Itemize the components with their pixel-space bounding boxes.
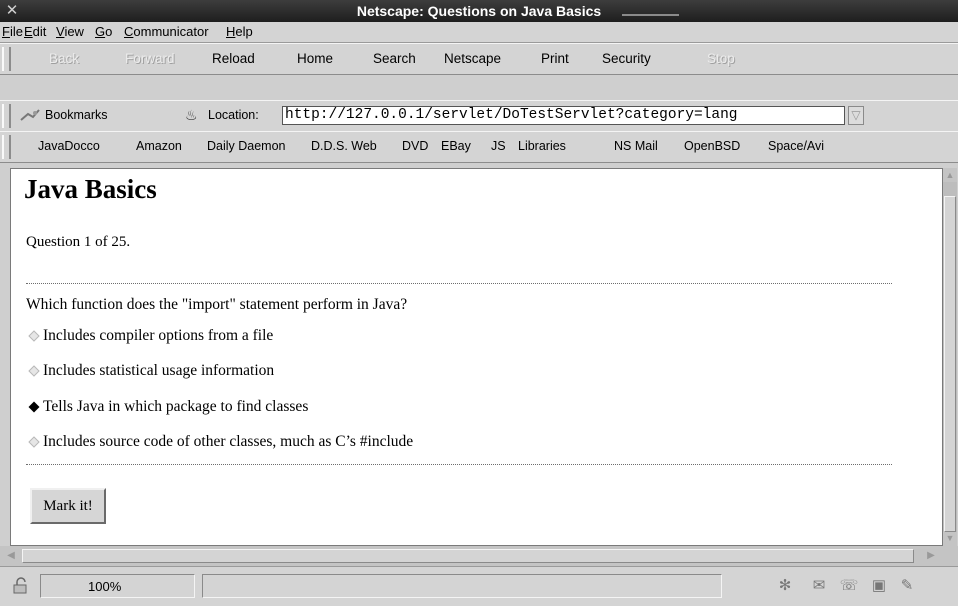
security-button[interactable]: Security — [602, 51, 651, 66]
mail-icon[interactable]: ✉ — [808, 576, 830, 596]
vertical-scrollbar[interactable]: ▲ ▼ — [943, 168, 957, 546]
home-button[interactable]: Home — [297, 51, 333, 66]
menu-edit-label: dit — [32, 24, 47, 39]
location-label: Location: — [208, 108, 259, 122]
link-dvd[interactable]: DVD — [402, 139, 428, 153]
mark-it-label: Mark it! — [43, 497, 93, 514]
title-bar: ✕ Netscape: Questions on Java Basics — [0, 0, 958, 22]
menu-bar: File Edit View Go Communicator Help — [0, 22, 958, 43]
reload-button[interactable]: Reload — [212, 51, 255, 66]
location-icon[interactable]: ♨ — [185, 107, 198, 124]
menu-help-mnemonic: H — [226, 24, 236, 39]
menu-view[interactable]: View — [56, 24, 84, 39]
netscape-button[interactable]: Netscape — [444, 51, 501, 66]
horizontal-scroll-thumb[interactable] — [22, 549, 914, 563]
menu-communicator-label: ommunicator — [133, 24, 209, 39]
question-counter: Question 1 of 25. — [26, 234, 131, 250]
lock-icon[interactable] — [12, 577, 30, 595]
bookmarks-button[interactable]: Bookmarks — [45, 108, 108, 122]
menu-view-label: iew — [64, 24, 84, 39]
browser-window: ✕ Netscape: Questions on Java Basics Fil… — [0, 0, 958, 606]
answer-option-label: Includes statistical usage information — [43, 362, 275, 379]
menu-file[interactable]: File — [2, 24, 23, 39]
scroll-left-icon[interactable]: ◀ — [4, 549, 18, 563]
radio-unselected-icon[interactable] — [28, 365, 40, 377]
personal-toolbar: JavaDocco Amazon Daily Daemon D.D.S. Web… — [0, 131, 958, 163]
newsgroups-icon[interactable]: ☏ — [838, 576, 860, 596]
link-daily-daemon[interactable]: Daily Daemon — [207, 139, 286, 153]
zoom-level: 100% — [88, 579, 122, 594]
scroll-down-icon[interactable]: ▼ — [944, 532, 956, 544]
menu-help[interactable]: Help — [226, 24, 253, 39]
radio-unselected-icon[interactable] — [28, 330, 40, 342]
bookmarks-icon[interactable] — [20, 108, 40, 122]
link-ebay[interactable]: EBay — [441, 139, 471, 153]
composer-icon[interactable]: ✎ — [896, 576, 918, 596]
location-input[interactable]: http://127.0.0.1/servlet/DoTestServlet?c… — [282, 106, 845, 125]
link-javadocco[interactable]: JavaDocco — [38, 139, 100, 153]
menu-communicator-mnemonic: C — [124, 24, 134, 39]
window-title: Netscape: Questions on Java Basics — [356, 3, 602, 19]
menu-go[interactable]: Go — [95, 24, 112, 39]
menu-communicator[interactable]: Communicator — [124, 24, 209, 39]
status-message — [202, 574, 722, 598]
menu-file-mnemonic: F — [2, 24, 10, 39]
divider-bottom — [26, 464, 892, 465]
navigation-toolbar: Back Forward Reload Home Search Netscape… — [0, 43, 958, 75]
title-bar-decoration — [622, 14, 679, 16]
link-ns-mail[interactable]: NS Mail — [614, 139, 658, 153]
forward-button[interactable]: Forward — [125, 51, 175, 66]
menu-file-label: ile — [9, 24, 23, 39]
radio-unselected-icon[interactable] — [28, 436, 40, 448]
search-button[interactable]: Search — [373, 51, 416, 66]
mark-it-button[interactable]: Mark it! — [30, 488, 106, 524]
scroll-right-icon[interactable]: ▶ — [924, 549, 938, 563]
menu-edit-mnemonic: E — [24, 24, 33, 39]
print-button[interactable]: Print — [541, 51, 569, 66]
answer-option-label: Tells Java in which package to find clas… — [43, 398, 309, 415]
location-toolbar: Bookmarks ♨ Location: http://127.0.0.1/s… — [0, 100, 958, 132]
page-content: Java Basics Question 1 of 25. Which func… — [10, 168, 943, 546]
chevron-down-icon[interactable]: ▽ — [848, 106, 864, 125]
menu-go-label: o — [105, 24, 113, 39]
menu-help-label: elp — [235, 24, 253, 39]
link-libraries[interactable]: Libraries — [518, 139, 566, 153]
scroll-thumb[interactable] — [944, 196, 956, 532]
divider-top — [26, 283, 892, 284]
scroll-up-icon[interactable]: ▲ — [944, 169, 956, 181]
answer-option-label: Includes source code of other classes, m… — [43, 433, 414, 450]
status-bar: 100% ✻ ✉ ☏ ▣ ✎ — [0, 566, 958, 606]
toolbar-grip[interactable] — [2, 104, 11, 128]
link-js[interactable]: JS — [491, 139, 506, 153]
back-button[interactable]: Back — [49, 51, 79, 66]
toolbar-grip[interactable] — [2, 135, 11, 159]
horizontal-scrollbar[interactable]: ◀ ▶ — [0, 546, 958, 566]
link-openbsd[interactable]: OpenBSD — [684, 139, 740, 153]
navigator-icon[interactable]: ✻ — [774, 576, 796, 596]
answer-option[interactable]: Includes statistical usage information — [28, 362, 274, 380]
answer-option[interactable]: Includes compiler options from a file — [28, 327, 273, 345]
menu-edit[interactable]: Edit — [24, 24, 46, 39]
scroll-track[interactable] — [943, 182, 957, 532]
link-dds-web[interactable]: D.D.S. Web — [311, 139, 377, 153]
answer-option-label: Includes compiler options from a file — [43, 327, 274, 344]
link-space-avi[interactable]: Space/Avi — [768, 139, 824, 153]
link-amazon[interactable]: Amazon — [136, 139, 182, 153]
answer-option[interactable]: Tells Java in which package to find clas… — [28, 398, 308, 416]
stop-button[interactable]: Stop — [707, 51, 735, 66]
radio-selected-icon[interactable] — [28, 401, 40, 413]
address-book-icon[interactable]: ▣ — [868, 576, 890, 596]
toolbar-grip[interactable] — [2, 47, 11, 71]
question-text: Which function does the "import" stateme… — [26, 296, 408, 313]
menu-go-mnemonic: G — [95, 24, 106, 39]
answer-option[interactable]: Includes source code of other classes, m… — [28, 433, 413, 451]
page-title: Java Basics — [24, 174, 157, 204]
